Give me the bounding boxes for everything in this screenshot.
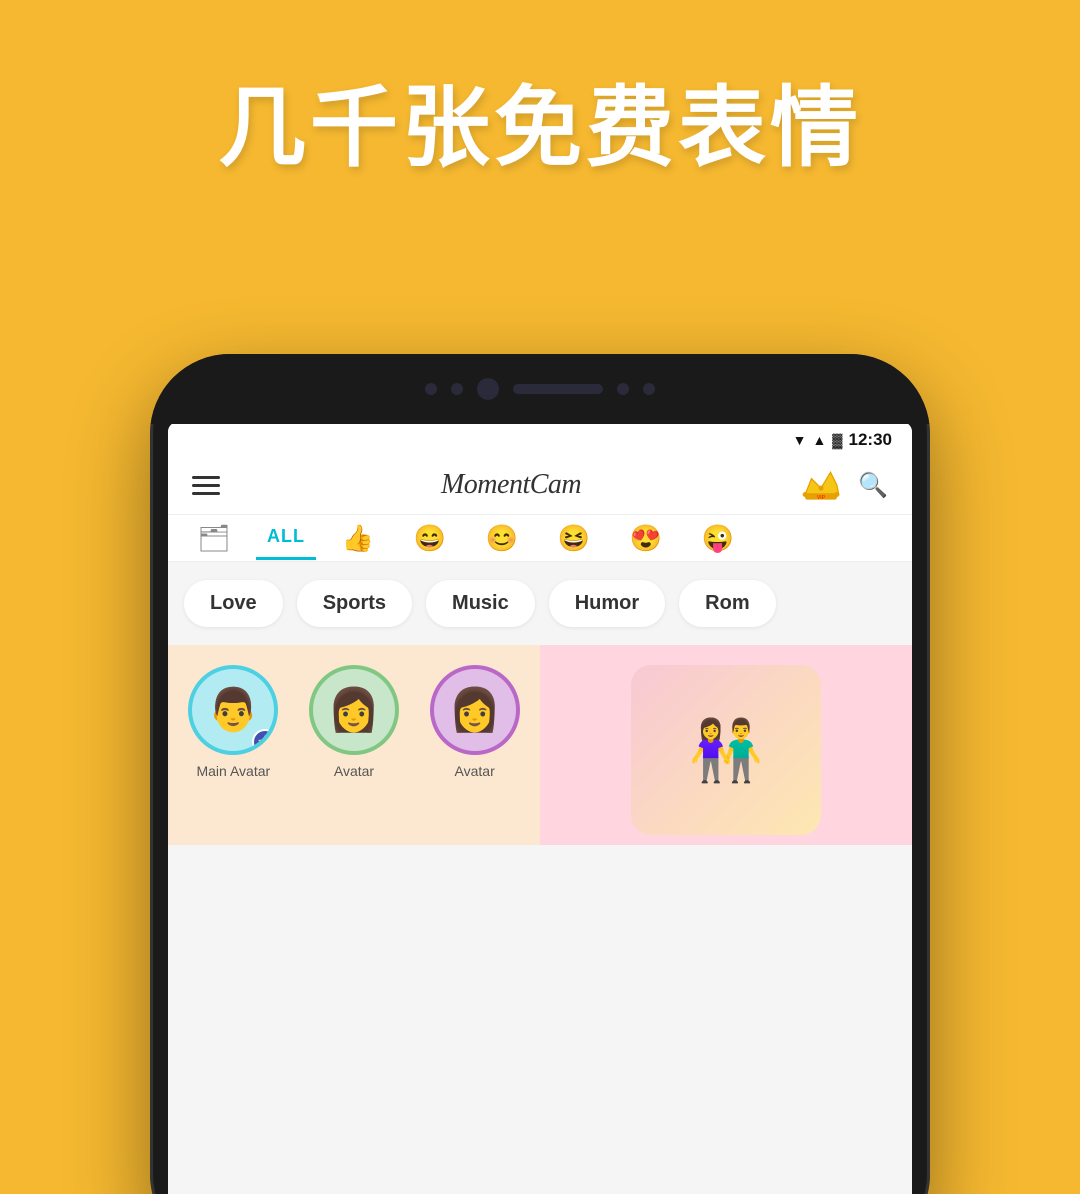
- folder-icon: 🗂: [197, 525, 230, 551]
- wifi-icon: ▼: [793, 432, 807, 448]
- smile-icon: 😊: [486, 525, 518, 551]
- camera-dot-left: [425, 383, 437, 395]
- tab-thumbsup[interactable]: 👍: [328, 525, 388, 561]
- hamburger-menu[interactable]: [192, 476, 220, 495]
- status-time: 12:30: [849, 430, 892, 450]
- camera-main: [477, 378, 499, 400]
- avatar-circle-main: 👨 ⭐: [188, 665, 278, 755]
- camera-dot-left2: [451, 383, 463, 395]
- category-romance[interactable]: Rom: [679, 580, 775, 627]
- main-avatar-badge: ⭐: [252, 729, 278, 755]
- tab-folder[interactable]: 🗂: [184, 525, 244, 561]
- category-music[interactable]: Music: [426, 580, 535, 627]
- couple-avatar-image: 👫: [631, 665, 821, 835]
- svg-text:VIP: VIP: [817, 495, 826, 501]
- app-header: MomentCam VIP 🔍: [168, 456, 912, 515]
- tab-silly[interactable]: 😜: [688, 525, 748, 561]
- tab-hi[interactable]: 😄: [400, 525, 460, 561]
- couple-avatar-item[interactable]: 👫: [631, 665, 821, 835]
- battery-icon: ▓: [832, 432, 842, 448]
- category-sports[interactable]: Sports: [297, 580, 412, 627]
- avatar-circle-2: 👩: [430, 665, 520, 755]
- category-humor[interactable]: Humor: [549, 580, 665, 627]
- love-icon: 😍: [630, 525, 662, 551]
- tab-bar: 🗂 ALL 👍 😄 😊 😆: [168, 515, 912, 562]
- category-row: Love Sports Music Humor Rom: [168, 562, 912, 645]
- avatar-item-2[interactable]: 👩 Avatar: [430, 665, 520, 779]
- tab-all[interactable]: ALL: [256, 526, 316, 560]
- avatar-section-right: 👫: [540, 645, 912, 845]
- hi-icon: 😄: [414, 525, 446, 551]
- phone-mockup: ▼ ▲ ▓ 12:30 MomentCam: [150, 354, 930, 1194]
- thumbsup-icon: 👍: [342, 525, 374, 551]
- avatar-label-1: Avatar: [334, 763, 374, 779]
- status-bar: ▼ ▲ ▓ 12:30: [168, 422, 912, 456]
- tab-love[interactable]: 😍: [616, 525, 676, 561]
- phone-screen: ▼ ▲ ▓ 12:30 MomentCam: [168, 422, 912, 1194]
- header-right: VIP 🔍: [802, 468, 888, 502]
- search-button[interactable]: 🔍: [858, 471, 888, 500]
- tab-smile[interactable]: 😊: [472, 525, 532, 561]
- tab-all-label: ALL: [267, 526, 305, 547]
- signal-icon: ▲: [812, 432, 826, 448]
- vip-button[interactable]: VIP: [802, 468, 840, 502]
- laugh-icon: 😆: [558, 525, 590, 551]
- hero-title: 几千张免费表情: [0, 0, 1080, 177]
- app-logo: MomentCam: [441, 469, 581, 501]
- avatar-circle-1: 👩: [309, 665, 399, 755]
- avatar-item-main[interactable]: 👨 ⭐ Main Avatar: [188, 665, 278, 779]
- phone-notch: [150, 354, 930, 424]
- tab-laugh[interactable]: 😆: [544, 525, 604, 561]
- camera-dot-right2: [643, 383, 655, 395]
- silly-icon: 😜: [702, 525, 734, 551]
- camera-dot-right: [617, 383, 629, 395]
- avatar-label-main: Main Avatar: [196, 763, 270, 779]
- avatar-grid: 👨 ⭐ Main Avatar 👩 Avatar: [168, 645, 912, 845]
- category-love[interactable]: Love: [184, 580, 283, 627]
- avatar-label-2: Avatar: [455, 763, 495, 779]
- avatar-section-left: 👨 ⭐ Main Avatar 👩 Avatar: [168, 645, 540, 845]
- avatar-item-1[interactable]: 👩 Avatar: [309, 665, 399, 779]
- speaker-bar: [513, 384, 603, 394]
